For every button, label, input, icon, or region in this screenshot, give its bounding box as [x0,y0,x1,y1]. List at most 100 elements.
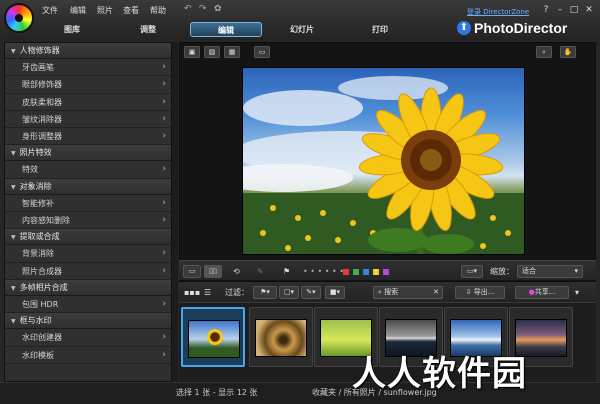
zoom-label: 缩放： [490,267,514,276]
chevron-right-icon: › [162,332,166,343]
zoom-value: 适合 [522,267,536,275]
chevron-right-icon: › [162,197,166,208]
export-button[interactable]: ⇩ 导出... [455,286,505,299]
chevron-right-icon: › [162,164,166,175]
login-link[interactable]: 登录 DirectorZone [467,7,529,17]
clear-icon[interactable]: ✕ [433,287,439,298]
maximize-icon[interactable]: □ [568,5,580,16]
sidebar-item-hdr[interactable]: 包围 HDR › [5,295,171,314]
sidebar-item-watermark-creator[interactable]: 水印创建器 › [5,329,171,347]
menu-view[interactable]: 查看 [123,5,139,16]
thumbnail-sunflower[interactable] [181,307,245,367]
share-button[interactable]: ●共享... [515,286,569,299]
flag-icon[interactable]: ⚑ [283,265,290,278]
minimize-icon[interactable]: – [554,5,566,16]
section-portrait[interactable]: ▼ 人物修饰器 [5,43,171,59]
sidebar-item-label: 水印创建器 [22,333,62,343]
close-icon[interactable]: ✕ [583,5,595,16]
sidebar-item-label: 皱纹消除器 [22,114,62,124]
sidebar-scrollbar[interactable] [172,42,178,382]
chevron-right-icon: › [162,298,166,309]
sidebar-item-effects[interactable]: 特效 › [5,161,171,179]
color-label-green[interactable] [353,269,359,275]
help-icon[interactable]: ? [540,5,552,16]
chevron-right-icon: › [162,215,166,226]
search-icon[interactable]: ⌕ [536,46,552,58]
chevron-right-icon: › [162,349,166,360]
single-view-icon[interactable]: ▭ [183,265,201,278]
menu-photo[interactable]: 照片 [97,5,113,16]
color-label-blue[interactable] [363,269,369,275]
sidebar-item-content-aware[interactable]: 内容感知删除 › [5,212,171,230]
redo-icon[interactable]: ↷ [199,4,207,14]
picker-icon[interactable]: ✎ [257,265,264,278]
list-view-icon[interactable]: ☰ [204,286,211,299]
sidebar-item-skin[interactable]: 皮肤柔和器 › [5,93,171,111]
chevron-right-icon: › [162,62,166,72]
tab-edit[interactable]: 编辑 [190,22,262,37]
view-single-icon[interactable]: ▣ [184,46,200,58]
section-title: 提取或合成 [19,232,60,242]
menu-edit[interactable]: 编辑 [70,5,86,16]
tab-slideshow[interactable]: 幻灯片 [268,22,336,37]
sidebar-item-bg-removal[interactable]: 背景消除 › [5,245,171,263]
section-effects[interactable]: ▼ 照片特效 [5,145,171,162]
section-frame-watermark[interactable]: ▼ 框与水印 [5,313,171,330]
sidebar-item-label: 照片合成器 [22,266,62,276]
view-grid-icon[interactable]: ▦ [224,46,240,58]
frame-filter[interactable]: □▾ [279,286,299,299]
sidebar-item-label: 牙齿画笔 [22,63,54,72]
rotate-icon[interactable]: ⟲ [233,265,240,278]
color-label-yellow[interactable] [373,269,379,275]
sidebar-item-teeth-brush[interactable]: 牙齿画笔 › [5,59,171,77]
sidebar-item-wrinkle[interactable]: 皱纹消除器 › [5,110,171,129]
thumbnail-view-icon[interactable]: ▪▪▪ [184,286,200,299]
chevron-right-icon: › [162,113,166,124]
app-window: 文件 编辑 照片 查看 帮助 ↶ ↷ ✿ 登录 DirectorZone ? –… [0,0,600,404]
zoom-select[interactable]: 适合 ▾ [517,265,583,278]
compare-view-icon[interactable]: ▯▯ [204,265,222,278]
viewer-toolbar: ▭ ▯▯ ⟲ ✎ ⚑ • • • • • • ▭▾ 缩放： 适合 ▾ [179,260,596,280]
chevron-down-icon[interactable]: ▾ [575,286,579,299]
color-label-red[interactable] [343,269,349,275]
section-title: 照片特效 [19,148,52,158]
sidebar-item-label: 皮肤柔和器 [22,97,62,107]
search-input[interactable]: ⌕ 搜索 ✕ [373,286,443,299]
chevron-right-icon: › [162,96,166,107]
section-extract[interactable]: ▼ 提取或合成 [5,229,171,246]
tab-library[interactable]: 图库 [42,22,102,37]
section-title: 人物修饰器 [19,46,60,55]
panel-toggle-icon[interactable]: ▭▾ [461,265,483,278]
menu-file[interactable]: 文件 [42,5,58,16]
section-multi-frame[interactable]: ▼ 多帧相片合成 [5,279,171,296]
label-filter[interactable]: ■▾ [325,286,345,299]
undo-icon[interactable]: ↶ [184,4,192,14]
view-monitor-icon[interactable]: ▭ [254,46,270,58]
sidebar-item-eye[interactable]: 眼部修饰器 › [5,76,171,94]
hand-icon[interactable]: ✋ [560,46,576,58]
main-photo [242,67,525,255]
sidebar-item-label: 水印模板 [22,350,54,360]
flag-filter[interactable]: ⚑▾ [253,286,277,299]
color-label-purple[interactable] [383,269,389,275]
menu-help[interactable]: 帮助 [150,5,166,16]
sidebar-item-watermark-template[interactable]: 水印模板 › [5,346,171,364]
section-object-removal[interactable]: ▼ 对象消除 [5,178,171,195]
sidebar-item-label: 背景消除 [22,249,54,259]
view-compare-icon[interactable]: ▨ [204,46,220,58]
sidebar-item-label: 智能修补 [22,198,54,208]
selection-status: 选择 1 张 - 显示 12 张 [176,388,258,397]
sidebar-item-smart-patch[interactable]: 智能修补 › [5,194,171,213]
tab-adjust[interactable]: 调整 [118,22,178,37]
thumbnail-spiral[interactable] [249,307,313,367]
sidebar-item-composer[interactable]: 照片合成器 › [5,262,171,280]
sidebar-item-body[interactable]: 身形调整器 › [5,128,171,146]
gear-icon[interactable]: ✿ [214,4,222,14]
browser-toolbar: ▪▪▪ ☰ 过滤： ⚑▾ □▾ ✎▾ ■▾ ⌕ 搜索 ✕ ⇩ 导出... ●共享.… [179,282,596,302]
edit-filter[interactable]: ✎▾ [301,286,321,299]
tab-print[interactable]: 打印 [348,22,412,37]
rating-dots[interactable]: • • • • • • [303,265,344,278]
thumbnail-image [255,319,307,357]
chevron-right-icon: › [162,79,166,90]
brand-name: PhotoDirector [474,20,568,36]
